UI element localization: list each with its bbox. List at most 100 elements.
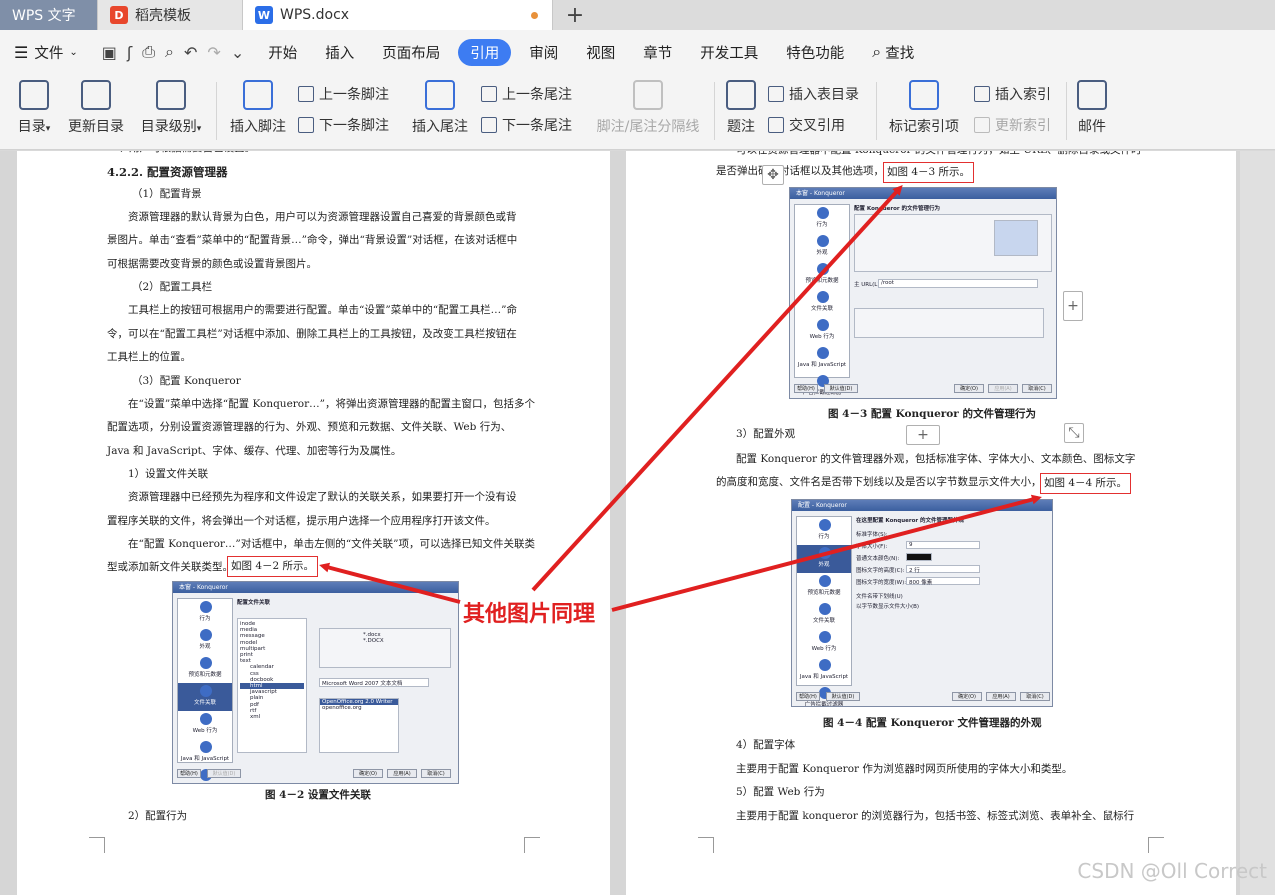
next-footnote-button[interactable]: 下一条脚注 (298, 115, 389, 135)
document-page-right[interactable]: 可以在资源管理器中配置 Konqueror 的文件管理行为，如主 URL、删除目… (626, 151, 1236, 895)
next-endnote-label: 下一条尾注 (502, 118, 572, 134)
tab-wps-writer[interactable]: WPS 文字 (0, 0, 98, 30)
cross-reference-label: 交叉引用 (789, 118, 845, 134)
ok-btn: 确定(O) (954, 384, 984, 393)
para-line: （2）配置工具栏 (132, 281, 213, 293)
menu-view[interactable]: 视图 (572, 42, 629, 63)
para-line: 在“设置”菜单中选择“配置 Konqueror…”，将弹出资源管理器的配置主窗口… (128, 398, 536, 410)
insert-footnote-button[interactable]: 插入脚注 (226, 74, 290, 136)
cross-reference-button[interactable]: 交叉引用 (768, 115, 845, 135)
next-endnote-button[interactable]: 下一条尾注 (481, 115, 572, 135)
update-toc-button[interactable]: 更新目录 (63, 74, 129, 136)
screenshot-panel: 配置文件关联 inode media message model multipa… (237, 598, 454, 763)
insert-index-icon (974, 86, 990, 102)
next-endnote-icon (481, 117, 497, 133)
prev-endnote-button[interactable]: 上一条尾注 (481, 84, 572, 104)
separator-icon (633, 80, 663, 110)
text-color-swatch (906, 553, 932, 561)
menu-developer[interactable]: 开发工具 (686, 42, 772, 63)
section-heading: 4.2.2. 配置资源管理器 (107, 165, 228, 179)
divider (714, 82, 715, 140)
tree-node: xml (250, 714, 261, 721)
save-icon[interactable]: ▣ (102, 43, 117, 62)
divider (216, 82, 217, 140)
sidebar-item: Web 行为 (797, 629, 851, 657)
update-toc-icon (81, 80, 111, 110)
field-label: 图标文字的高度(C): (856, 568, 905, 574)
menu-home[interactable]: 开始 (254, 42, 311, 63)
menu-section[interactable]: 章节 (629, 42, 686, 63)
search-button[interactable]: ⌕ 查找 (858, 42, 928, 63)
field-label: 字体大小(F): (856, 544, 888, 550)
figure-reference-highlight: 如图 4－3 所示。 (883, 162, 975, 183)
customize-icon[interactable]: ⌄ (231, 43, 244, 62)
menu-page-layout[interactable]: 页面布局 (368, 42, 454, 63)
page-corner-mark (698, 837, 714, 853)
icon-width-field: 800 像素 (906, 577, 980, 586)
panel-title: 配置 Konqueror 的文件管理行为 (854, 206, 940, 212)
toc-button[interactable]: 目录▾ (12, 74, 56, 136)
apply-btn: 应用(A) (986, 692, 1016, 701)
update-index-button: 更新索引 (974, 115, 1051, 135)
file-menu[interactable]: ☰ 文件 ⌄ (0, 42, 92, 63)
figure-4-4-caption: 图 4－4 配置 Konqueror 文件管理器的外观 (823, 717, 1042, 729)
sidebar-item: Java 和 JavaScript (797, 657, 851, 685)
watermark: CSDN @Oll Correct (1077, 859, 1267, 883)
toc-level-button[interactable]: 目录级别▾ (135, 74, 207, 136)
footnote-icon (243, 80, 273, 110)
mail-icon (1077, 80, 1107, 110)
sidebar-item-selected: 外观 (797, 545, 851, 573)
add-paragraph-button[interactable]: + (906, 425, 940, 445)
sidebar-item: 预览和元数据 (797, 573, 851, 601)
menu-references[interactable]: 引用 (458, 38, 512, 66)
ok-btn: 确定(O) (353, 769, 383, 778)
side-add-button[interactable]: + (1063, 291, 1083, 321)
tab-document[interactable]: W WPS.docx (243, 0, 553, 30)
document-page-left[interactable]: 2、用户可根据需要自己设置。↵ 4.2.2. 配置资源管理器 （1）配置背景 资… (17, 151, 610, 895)
vertical-scrollbar[interactable] (1240, 151, 1275, 895)
para-line: 5）配置 Web 行为 (736, 786, 825, 798)
para-line: 置程序关联的文件，将会弹出一个对话框，提示用户选择一个应用程序打开该文件。 (107, 515, 496, 527)
screenshot-sidebar: 行为 外观 预览和元数据 文件关联 Web 行为 Java 和 JavaScri… (796, 516, 852, 706)
para-line: 令，可以在“配置工具栏”对话框中添加、删除工具栏上的工具按钮，及改变工具栏按钮在 (107, 328, 517, 340)
search-label: 查找 (885, 45, 915, 62)
para-line: （1）配置背景 (132, 188, 202, 200)
tab-docer-templates[interactable]: D 稻壳模板 (98, 0, 243, 30)
update-toc-label: 更新目录 (68, 119, 124, 135)
insert-index-button[interactable]: 插入索引 (974, 84, 1051, 104)
format-painter-icon[interactable]: ʃ (127, 43, 132, 62)
new-tab-button[interactable]: + (553, 0, 597, 30)
menu-insert[interactable]: 插入 (311, 42, 368, 63)
expand-icon[interactable]: ⤡ (1064, 423, 1084, 443)
sidebar-item: 行为 (178, 599, 232, 627)
move-handle-icon[interactable]: ✥ (762, 165, 784, 185)
insert-index-label: 插入索引 (995, 87, 1051, 103)
sidebar-item: 行为 (795, 205, 849, 233)
mark-index-entry-button[interactable]: 标记索引项 (884, 74, 964, 136)
menu-special-features[interactable]: 特色功能 (772, 42, 858, 63)
mail-button[interactable]: 邮件 (1072, 74, 1112, 136)
para-line: 型或添加新文件关联类型。 (107, 561, 233, 573)
prev-footnote-button[interactable]: 上一条脚注 (298, 84, 389, 104)
update-index-label: 更新索引 (995, 118, 1051, 134)
font-size-field: 9 (906, 541, 980, 549)
caption-button[interactable]: 题注 (722, 74, 760, 136)
screenshot-titlebar: 本窗 - Konqueror (173, 582, 458, 593)
print-preview-icon[interactable]: ⌕ (165, 42, 174, 62)
insert-table-of-figures-button[interactable]: 插入表目录 (768, 84, 859, 104)
sidebar-item: 预览和元数据 (178, 655, 232, 683)
apply-btn: 应用(A) (387, 769, 417, 778)
screenshot-panel: 配置 Konqueror 的文件管理行为 主 URL(L): /root (854, 204, 1052, 378)
para-line: 主要用于配置 konqueror 的浏览器行为，包括书签、标签式浏览、表单补全、… (736, 810, 1135, 822)
page-corner-mark (1148, 837, 1164, 853)
undo-icon[interactable]: ↶ (184, 43, 197, 62)
sidebar-item: Web 行为 (795, 317, 849, 345)
file-menu-label: 文件 (34, 45, 64, 62)
redo-icon[interactable]: ↷ (207, 43, 220, 62)
menu-review[interactable]: 审阅 (515, 42, 572, 63)
print-icon[interactable]: ⎙ (142, 42, 155, 62)
page-corner-mark (89, 837, 105, 853)
toc-level-label: 目录级别 (140, 119, 197, 135)
insert-endnote-button[interactable]: 插入尾注 (408, 74, 472, 136)
document-workspace[interactable]: 2、用户可根据需要自己设置。↵ 4.2.2. 配置资源管理器 （1）配置背景 资… (0, 151, 1275, 895)
